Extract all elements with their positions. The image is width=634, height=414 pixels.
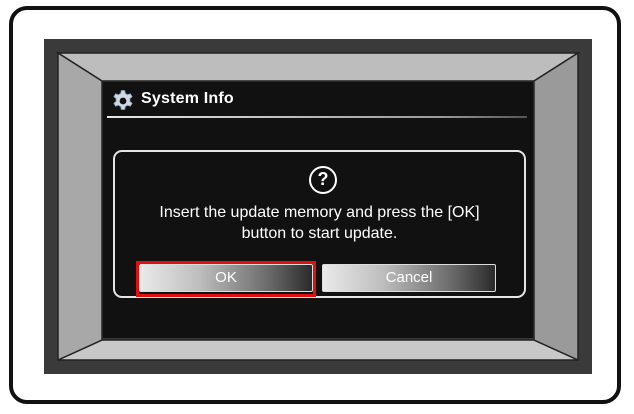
message-line-2: button to start update.	[241, 225, 398, 242]
title-divider	[107, 116, 527, 118]
dialog-message: Insert the update memory and press the […	[115, 202, 524, 244]
lcd-screen: System Info ? Insert the update memory a…	[103, 82, 533, 338]
page-title: System Info	[141, 90, 234, 107]
cancel-button[interactable]: Cancel	[322, 264, 496, 292]
title-bar: System Info	[103, 82, 533, 116]
ok-button[interactable]: OK	[139, 264, 313, 292]
message-line-1: Insert the update memory and press the […	[159, 204, 480, 221]
update-dialog: ? Insert the update memory and press the…	[113, 150, 526, 298]
question-icon: ?	[309, 166, 337, 194]
gear-icon	[111, 89, 135, 113]
